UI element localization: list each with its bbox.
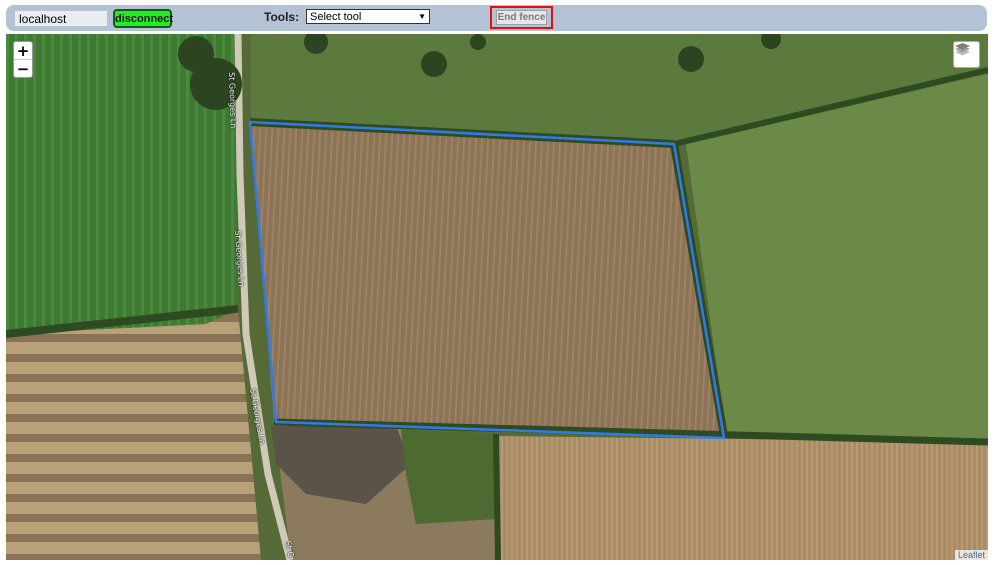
map-view[interactable]: St Georges Ln St Georges Ln St Georges L… xyxy=(6,34,988,560)
tool-select-value: Select tool xyxy=(310,10,362,23)
zoom-out-button[interactable]: − xyxy=(14,59,32,78)
zoom-control: + − xyxy=(13,41,33,78)
map-attribution[interactable]: Leaflet xyxy=(954,550,988,560)
tool-select[interactable]: Select tool ▼ xyxy=(306,9,430,24)
toolbar: disconnect Tools: Select tool ▼ End fenc… xyxy=(6,5,987,31)
end-fence-button[interactable]: End fence xyxy=(496,10,547,25)
end-fence-highlight: End fence xyxy=(490,6,553,29)
chevron-down-icon: ▼ xyxy=(418,12,426,21)
satellite-imagery xyxy=(6,34,988,560)
road-label: St Georges Ln xyxy=(227,72,238,129)
tools-label: Tools: xyxy=(264,10,300,24)
layers-button[interactable] xyxy=(953,41,980,68)
disconnect-button[interactable]: disconnect xyxy=(113,9,173,28)
zoom-in-button[interactable]: + xyxy=(14,42,32,60)
layers-icon xyxy=(955,43,970,56)
host-input[interactable] xyxy=(14,10,108,27)
